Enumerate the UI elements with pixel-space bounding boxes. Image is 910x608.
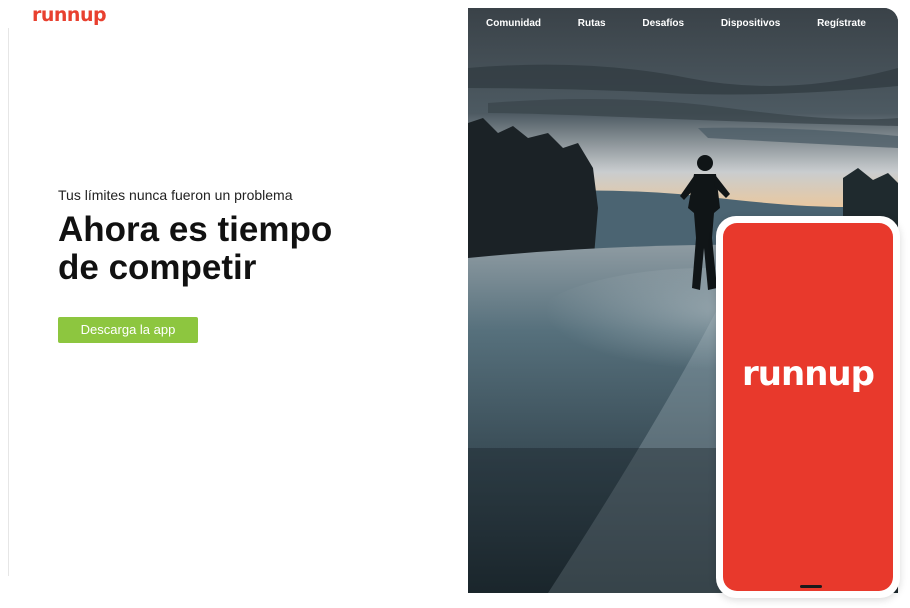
hero-headline: Ahora es tiempo de competir <box>58 210 333 287</box>
brand-logo[interactable]: runnup <box>32 4 107 26</box>
hero-section: Tus límites nunca fueron un problema Aho… <box>58 186 438 287</box>
nav-item-desafios[interactable]: Desafíos <box>642 18 684 29</box>
phone-app-logo: runnup <box>742 354 875 394</box>
nav-item-registrate[interactable]: Regístrate <box>817 18 866 29</box>
download-app-button[interactable]: Descarga la app <box>58 317 198 343</box>
hero-subtitle: Tus límites nunca fueron un problema <box>58 187 293 203</box>
phone-mockup: runnup <box>716 216 900 598</box>
nav-item-rutas[interactable]: Rutas <box>578 18 606 29</box>
top-navigation: Comunidad Rutas Desafíos Dispositivos Re… <box>468 8 898 38</box>
home-indicator <box>800 585 822 588</box>
divider <box>8 28 9 576</box>
nav-item-comunidad[interactable]: Comunidad <box>486 18 541 29</box>
nav-item-dispositivos[interactable]: Dispositivos <box>721 18 780 29</box>
landing-page: runnup Tus límites nunca fueron un probl… <box>0 0 910 608</box>
phone-screen: runnup <box>723 223 893 591</box>
